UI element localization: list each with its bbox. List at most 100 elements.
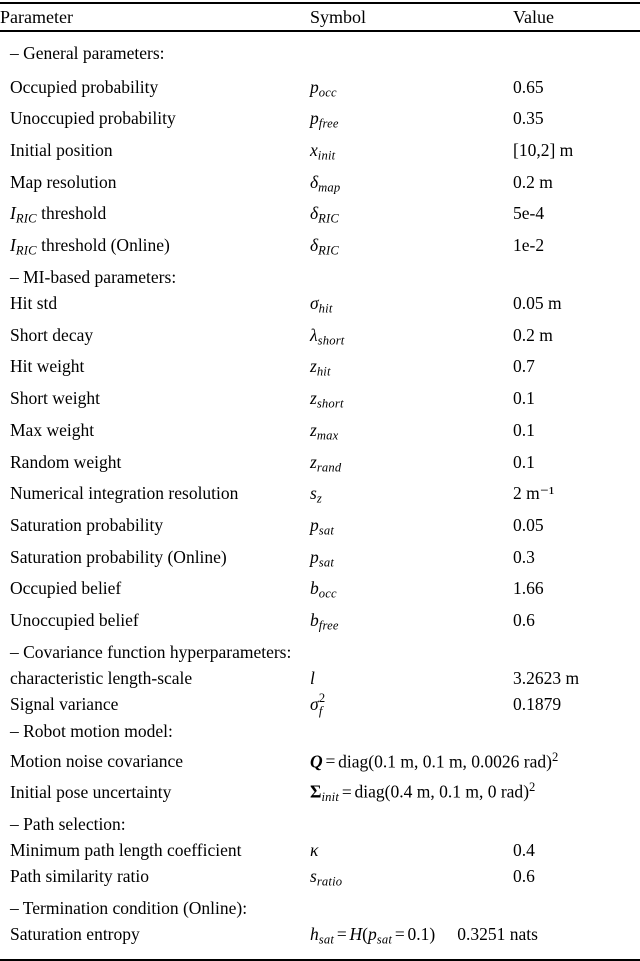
- value-cell: 3.2623 m: [513, 668, 580, 689]
- equation-lhs: Q: [310, 751, 323, 772]
- symbol-base: p: [310, 515, 319, 536]
- symbol-subscript: map: [318, 180, 341, 195]
- parameter-label: Random weight: [10, 451, 122, 472]
- section-symbol: [310, 895, 513, 921]
- section-label: – General parameters:: [10, 42, 165, 63]
- table-row: Minimum path length coefficient κ 0.4: [0, 837, 640, 863]
- table-row: IRIC threshold (Online) δRIC 1e-2: [0, 232, 640, 264]
- symbol-subscript: sat: [318, 523, 335, 538]
- table-row: Map resolution δmap 0.2 m: [0, 169, 640, 201]
- parameter-label: Max weight: [10, 419, 95, 440]
- parameter-label: Motion noise covariance: [10, 751, 184, 772]
- table-bottom-rule: [0, 958, 640, 961]
- table-row: Short weight zshort 0.1: [0, 385, 640, 417]
- value-cell: 1.66: [513, 578, 544, 599]
- symbol-subscript: RIC: [318, 243, 340, 258]
- section-symbol: [310, 811, 513, 837]
- equation-cell: hsat = H(psat = 0.1) 0.3251 nats: [310, 924, 538, 947]
- parameter-label: Hit weight: [10, 356, 85, 377]
- section-value: [513, 718, 640, 744]
- value-cell: 0.6: [513, 866, 535, 887]
- parameter-label: characteristic length-scale: [10, 668, 193, 689]
- equation-cell: Q = diag(0.1 m, 0.1 m, 0.0026 rad)2: [310, 749, 559, 772]
- symbol-cell: δmap: [310, 169, 513, 201]
- table-row: Hit std σhit 0.05 m: [0, 290, 640, 322]
- symbol-cell: λshort: [310, 322, 513, 354]
- table-row: Numerical integration resolution sz 2 m⁻…: [0, 480, 640, 512]
- symbol-cell: κ: [310, 837, 513, 863]
- symbol-base: δ: [310, 171, 319, 192]
- value-cell: 0.4: [513, 839, 535, 860]
- parameter-label: Occupied probability: [10, 76, 159, 97]
- value-cell: 0.2 m: [513, 324, 553, 345]
- section-symbol: [310, 718, 513, 744]
- symbol-base: l: [310, 668, 315, 689]
- symbol-cell: sratio: [310, 863, 513, 895]
- parameter-label: Short decay: [10, 324, 94, 345]
- table-row: Initial position xinit [10,2] m: [0, 137, 640, 169]
- value-cell: 0.35: [513, 108, 544, 129]
- parameter-table: Parameter Symbol Value: [0, 4, 640, 30]
- table-row: Motion noise covariance Q = diag(0.1 m, 0.…: [0, 744, 640, 775]
- parameter-label: Saturation probability: [10, 515, 164, 536]
- iric-subscript: RIC: [15, 243, 37, 258]
- symbol-subscript: hit: [316, 364, 331, 379]
- section-label: – Covariance function hyperparameters:: [10, 641, 292, 662]
- table-row: Occupied belief bocc 1.66: [0, 575, 640, 607]
- equals-sign: =: [336, 924, 347, 945]
- symbol-base: κ: [310, 839, 319, 860]
- symbol-cell: psat: [310, 512, 513, 544]
- symbol-subscript: occ: [318, 85, 337, 100]
- value-cell: 0.7: [513, 356, 535, 377]
- parameter-label: Initial position: [10, 139, 113, 160]
- symbol-cell: zhit: [310, 353, 513, 385]
- value-cell: 0.3251 nats: [457, 924, 538, 945]
- arg-equals-sign: =: [394, 924, 405, 945]
- value-cell: 1e-2: [513, 235, 545, 256]
- section-value: [513, 264, 640, 290]
- symbol-subscript: rand: [316, 460, 342, 475]
- value-cell: 0.05: [513, 515, 544, 536]
- symbol-base: p: [310, 76, 319, 97]
- value-cell: 0.3: [513, 546, 535, 567]
- arg-base: p: [367, 924, 377, 945]
- table-row: Short decay λshort 0.2 m: [0, 322, 640, 354]
- parameter-label: Unoccupied belief: [10, 610, 139, 631]
- iric-suffix: threshold (Online): [36, 235, 170, 256]
- table-row: Initial pose uncertainty Σinit = diag(0.4 …: [0, 774, 640, 810]
- diag-function: diag: [338, 751, 369, 772]
- table-header: Parameter Symbol Value: [0, 4, 640, 30]
- section-value: [513, 32, 640, 74]
- table-body: – General parameters: Occupied probabili…: [0, 32, 640, 959]
- section-value: [513, 811, 640, 837]
- table-row: Unoccupied belief bfree 0.6: [0, 607, 640, 639]
- parameter-label: Short weight: [10, 388, 100, 409]
- symbol-base: z: [310, 451, 317, 472]
- table-row: – General parameters:: [0, 32, 640, 74]
- parameter-label: Initial pose uncertainty: [10, 782, 172, 803]
- symbol-base: p: [310, 546, 319, 567]
- symbol-base: δ: [310, 203, 319, 224]
- parameter-label: Saturation probability (Online): [10, 546, 227, 567]
- symbol-base: x: [310, 139, 318, 160]
- symbol-cell: sz: [310, 480, 513, 512]
- diag-arguments: 0.4 m, 0.1 m, 0 rad: [390, 782, 524, 803]
- symbol-cell: bocc: [310, 575, 513, 607]
- parameter-label: Numerical integration resolution: [10, 483, 239, 504]
- symbol-cell: psat: [310, 544, 513, 576]
- section-symbol: [310, 639, 513, 665]
- table-row: Saturation entropy hsat = H(psat = 0.1) 0.325…: [0, 921, 640, 959]
- iric-subscript: RIC: [15, 211, 37, 226]
- table-row: Random weight zrand 0.1: [0, 449, 640, 481]
- value-cell: 0.1: [513, 419, 535, 440]
- symbol-base: b: [310, 578, 319, 599]
- parameter-table-body-wrap: – General parameters: Occupied probabili…: [0, 32, 640, 959]
- section-symbol: [310, 32, 513, 74]
- value-cell: 0.1: [513, 451, 535, 472]
- section-value: [513, 639, 640, 665]
- symbol-cell: pfree: [310, 105, 513, 137]
- value-cell: [10,2] m: [513, 139, 574, 160]
- equation-lhs-base: h: [310, 924, 319, 945]
- table-row: Occupied probability pocc 0.65: [0, 74, 640, 106]
- symbol-subscript: free: [318, 618, 339, 633]
